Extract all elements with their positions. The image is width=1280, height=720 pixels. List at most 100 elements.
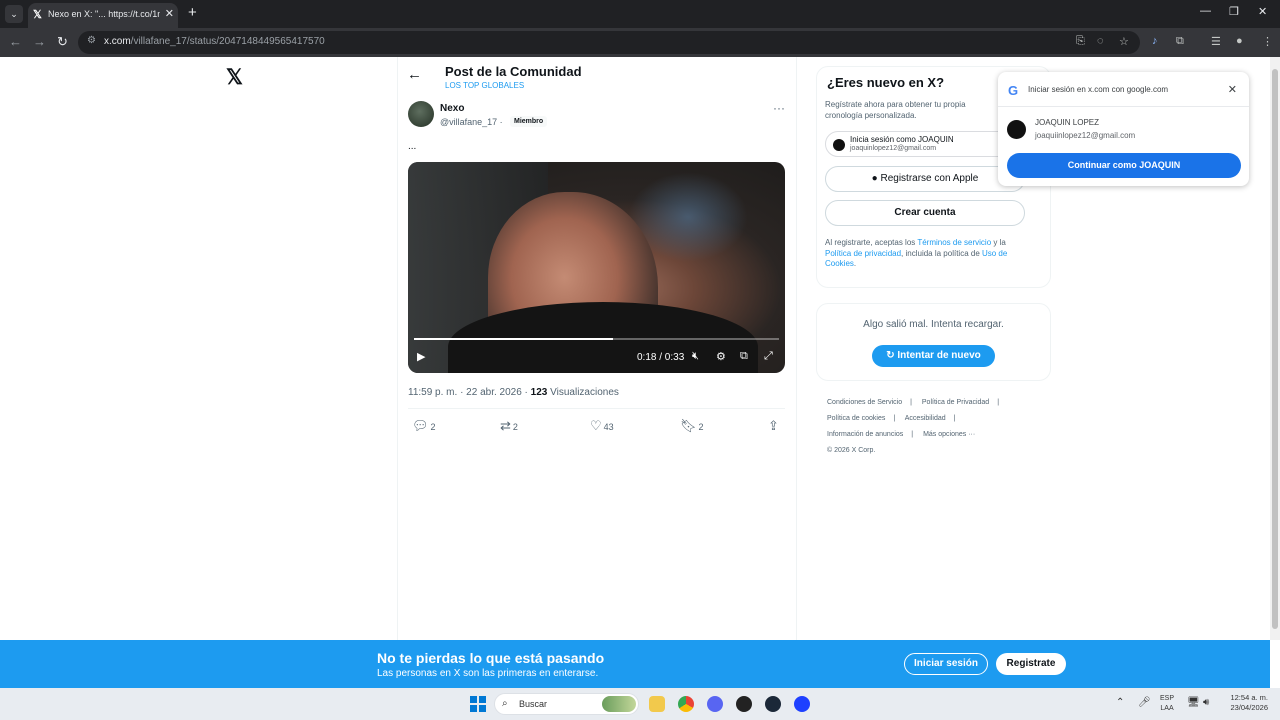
bookmark-star-icon[interactable]: ☆ [1119, 35, 1129, 48]
address-bar[interactable]: ⚙ x.com/villafane_17/status/204714844956… [78, 31, 1140, 54]
maximize-icon[interactable]: ❐ [1229, 5, 1239, 18]
share-button[interactable]: ⇪ [768, 418, 779, 434]
video-progress-bar[interactable] [414, 338, 779, 340]
search-placeholder: Buscar [519, 699, 548, 709]
windows-start-icon[interactable] [470, 696, 486, 712]
eye-off-icon[interactable]: ◌ [1097, 35, 1104, 47]
error-message: Algo salió mal. Intenta recargar. [863, 319, 1004, 330]
account-avatar [1007, 120, 1026, 139]
windows-taskbar [0, 688, 1280, 720]
footer-link[interactable]: Más opciones ··· [923, 431, 975, 438]
tab-close-icon[interactable]: ✕ [165, 7, 174, 20]
terms-end: . [853, 259, 857, 268]
create-account-button[interactable]: Crear cuenta [825, 200, 1025, 226]
close-icon[interactable]: ✕ [1228, 83, 1237, 96]
app-icon[interactable] [736, 696, 752, 712]
google-signin-button[interactable]: Inicia sesión como JOAQUIN joaquinlopez1… [825, 131, 1025, 157]
retry-button[interactable]: ↻ Intentar de nuevo [872, 345, 995, 367]
footer-link[interactable]: Política de Privacidad [922, 399, 989, 406]
x-logo-icon[interactable]: 𝕏 [226, 65, 243, 90]
volume-icon[interactable]: 🔊︎ [1203, 697, 1209, 708]
bookmark-icon: 🔖︎ [680, 418, 697, 433]
signup-title: ¿Eres nuevo en X? [827, 75, 945, 90]
bookmark-count: 2 [698, 422, 704, 432]
layout-code: LAA [1160, 705, 1174, 712]
window-close-icon[interactable]: ✕ [1258, 5, 1267, 18]
privacy-link[interactable]: Política de privacidad [825, 249, 901, 258]
back-icon[interactable]: ← [9, 34, 22, 49]
chevron-up-icon[interactable]: ⌃ [1116, 697, 1124, 708]
back-arrow-icon[interactable]: ← [407, 66, 422, 83]
microphone-icon[interactable]: 🎤︎ [1138, 697, 1151, 708]
pip-icon[interactable]: ⧉ [740, 350, 748, 363]
author-avatar[interactable] [408, 101, 434, 127]
footer-link[interactable]: Accesibilidad [905, 415, 946, 422]
chrome-menu-icon[interactable]: ⋮ [1262, 35, 1273, 48]
share-icon: ⇪ [768, 418, 779, 433]
footer-link[interactable]: Política de cookies [827, 415, 885, 422]
repost-count: 2 [512, 422, 518, 432]
media-icon[interactable]: ♪ [1152, 35, 1158, 47]
continue-as-button[interactable]: Continuar como JOAQUIN [1007, 153, 1241, 178]
views-label: Visualizaciones [550, 387, 619, 398]
apple-signup-button[interactable]: ● Registrarse con Apple [825, 166, 1025, 192]
google-logo-icon: G [1008, 83, 1019, 98]
google-signin-label: Inicia sesión como JOAQUIN [850, 135, 954, 144]
install-app-icon[interactable]: ⎘ [1076, 35, 1085, 48]
taskbar-search[interactable]: ⌕ Buscar [494, 693, 639, 715]
reply-button[interactable]: 💬︎ 2 [412, 418, 436, 434]
footer-link[interactable]: Información de anuncios [827, 431, 903, 438]
file-explorer-icon[interactable] [649, 696, 665, 712]
browser-tab[interactable]: 𝕏 Nexo en X: "... https://t.co/1nh ✕ [28, 3, 178, 28]
language-indicator[interactable]: ESP LAA [1160, 694, 1174, 714]
author-handle[interactable]: @villafane_17 · [440, 117, 503, 127]
apple-signup-label: Registrarse con Apple [880, 173, 979, 184]
retry-label: Intentar de nuevo [897, 350, 981, 361]
terms-text: Al registrarte, aceptas los Términos de … [825, 238, 1025, 270]
views-count: 123 [530, 387, 548, 398]
site-info-icon[interactable]: ⚙ [87, 35, 96, 46]
url-domain: x.com [104, 36, 131, 47]
repost-button[interactable]: ⇄ 2 [500, 418, 518, 434]
login-button[interactable]: Iniciar sesión [904, 653, 988, 675]
url-text[interactable]: x.com/villafane_17/status/20471484495654… [104, 36, 325, 47]
register-button[interactable]: Registrate [996, 653, 1066, 675]
forward-icon[interactable]: → [33, 34, 46, 49]
refresh-icon: ↻ [886, 350, 895, 361]
more-options-icon[interactable]: ··· [773, 101, 785, 115]
divider [998, 106, 1249, 107]
page-scrollbar[interactable] [1270, 57, 1280, 640]
chrome-icon[interactable] [678, 696, 694, 712]
community-link[interactable]: LOS TOP GLOBALES [445, 81, 524, 90]
profile-avatar-icon[interactable]: ● [1236, 35, 1243, 47]
terms-link[interactable]: Términos de servicio [917, 238, 991, 247]
minimize-icon[interactable]: — [1200, 5, 1211, 17]
extensions-icon[interactable]: ⧉ [1176, 35, 1184, 48]
mute-icon[interactable]: 🔇︎ [692, 350, 699, 363]
post-timestamp[interactable]: 11:59 p. m. · 22 abr. 2026 · [408, 387, 528, 398]
fullscreen-icon[interactable]: ⤢ [764, 350, 773, 363]
bookmark-button[interactable]: 🔖︎ 2 [680, 418, 704, 434]
like-count: 43 [603, 422, 614, 432]
author-name[interactable]: Nexo [440, 103, 464, 114]
google-onetap-popup: G Iniciar sesión en x.com con google.com… [998, 72, 1249, 186]
banner-subtitle: Las personas en X son las primeras en en… [377, 668, 599, 679]
discord-icon[interactable] [707, 696, 723, 712]
steam-icon[interactable] [765, 696, 781, 712]
reload-icon[interactable]: ↻ [57, 34, 68, 50]
ea-icon[interactable] [794, 696, 810, 712]
footer-link[interactable]: Condiciones de Servicio [827, 399, 902, 406]
video-player[interactable]: ▶ 0:18 / 0:33 🔇︎ ⚙ ⧉ ⤢ [408, 162, 785, 373]
column-divider [796, 57, 797, 640]
network-icon[interactable]: 🖥︎ [1187, 697, 1200, 708]
tab-search-icon[interactable]: ⌄ [5, 5, 23, 23]
video-progress-fill [414, 338, 613, 340]
play-icon[interactable]: ▶ [417, 350, 425, 363]
scrollbar-thumb[interactable] [1272, 69, 1278, 629]
new-tab-button[interactable]: + [188, 4, 197, 21]
reading-list-icon[interactable]: ☰ [1211, 35, 1221, 48]
url-path: /villafane_17/status/2047148449565417570 [130, 36, 325, 47]
settings-gear-icon[interactable]: ⚙ [716, 350, 726, 363]
clock[interactable]: 12:54 a. m. 23/04/2026 [1222, 693, 1268, 713]
like-button[interactable]: ♡ 43 [590, 418, 614, 434]
